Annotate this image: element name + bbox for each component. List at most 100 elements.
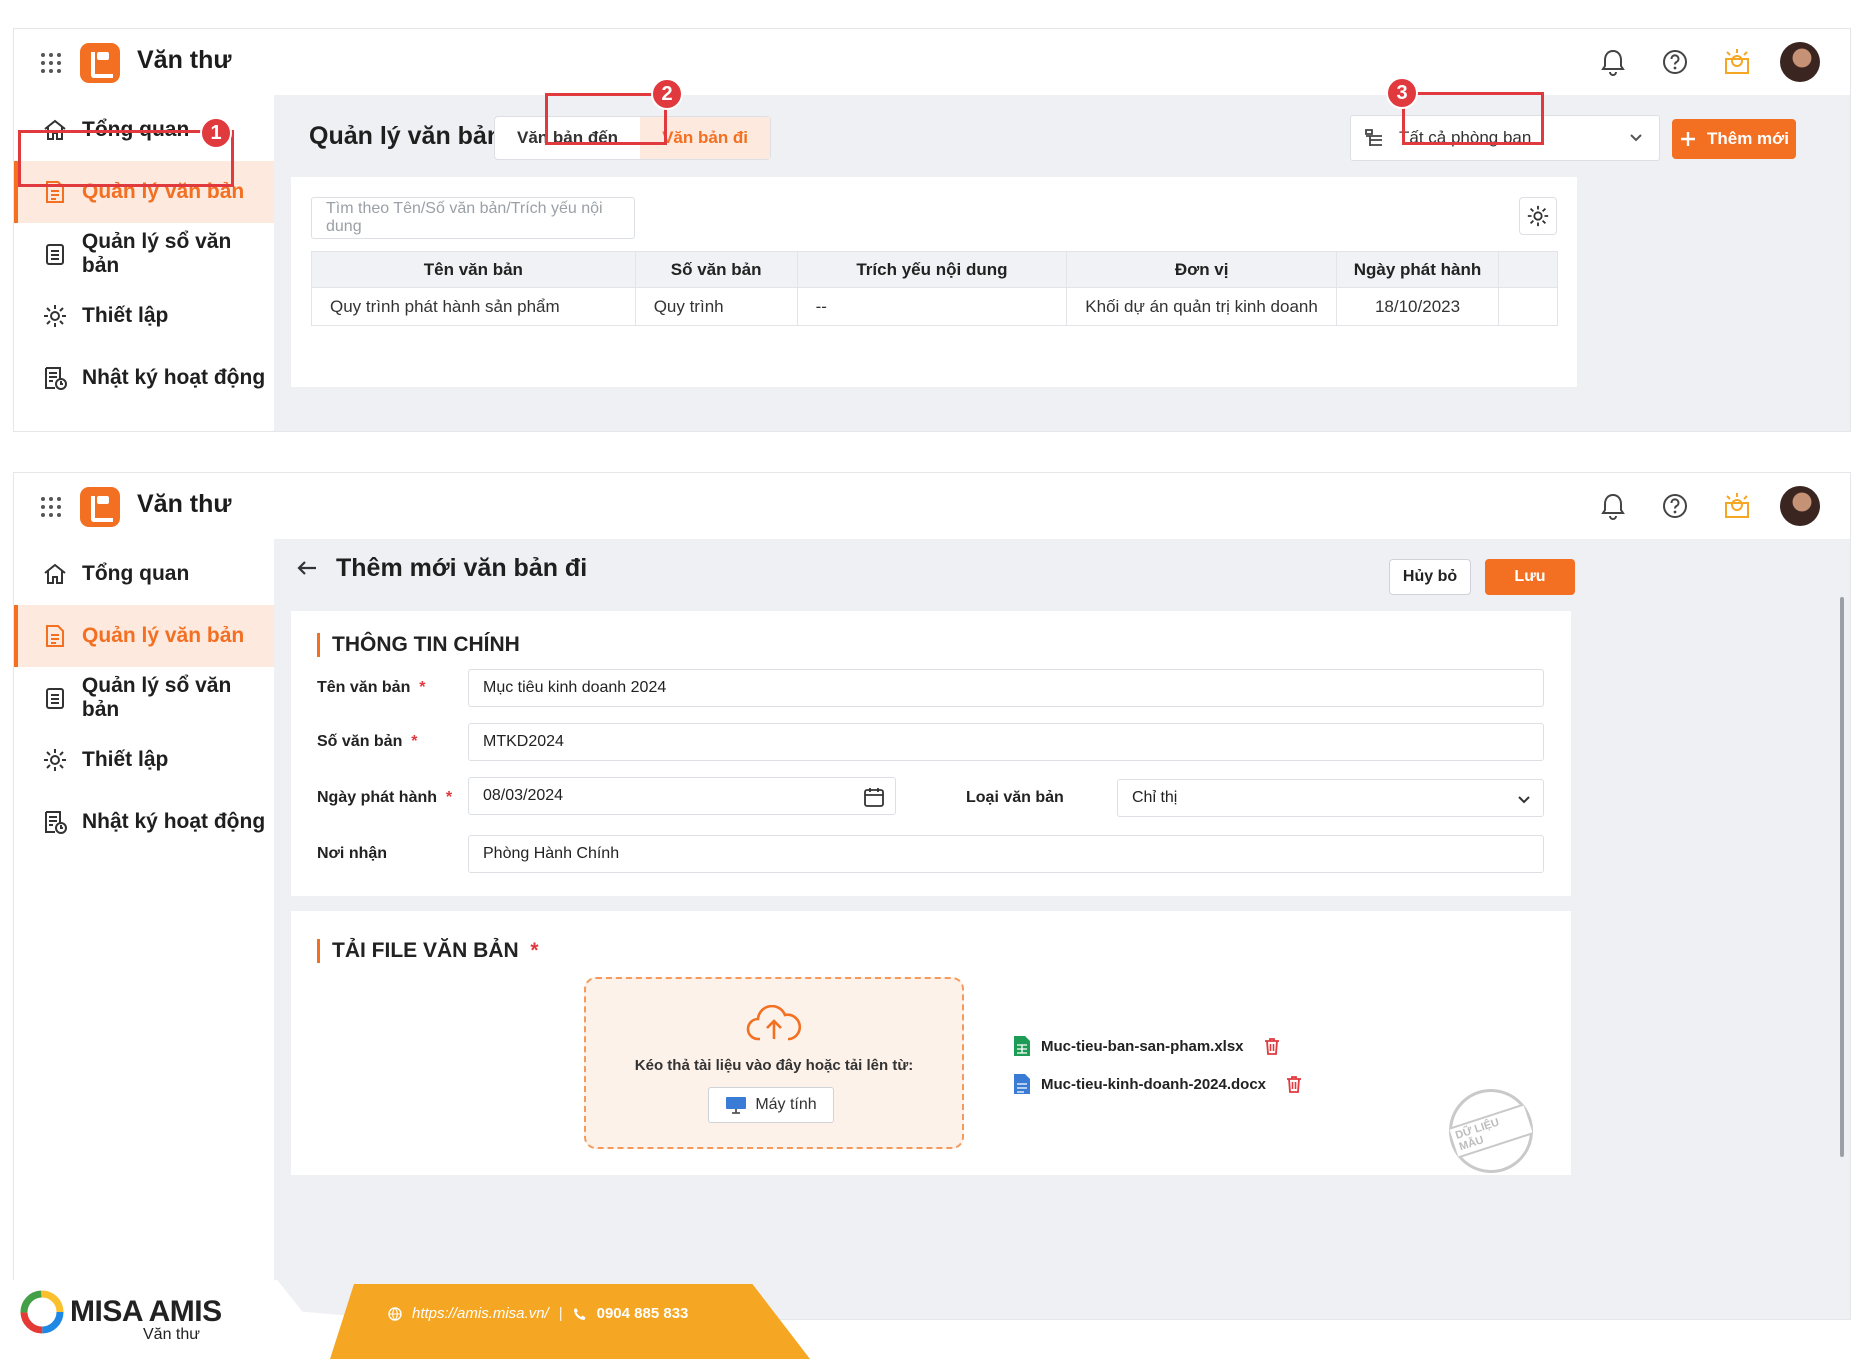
sidebar-item-overview[interactable]: Tổng quan	[14, 543, 274, 605]
column-header[interactable]: Đơn vị	[1066, 251, 1338, 288]
issue-date-field[interactable]: 08/03/2024	[468, 777, 896, 815]
plus-icon	[1681, 132, 1695, 146]
activity-log-icon	[40, 363, 70, 393]
footer-contact: https://amis.misa.vn/ | 0904 885 833	[388, 1305, 688, 1322]
table-cell: Quy trình	[634, 287, 798, 326]
column-header[interactable]: Trích yếu nội dung	[796, 251, 1068, 288]
avatar[interactable]	[1780, 486, 1820, 526]
sidebar-item-label: Tổng quan	[82, 562, 190, 585]
step-badge-1: 1	[200, 117, 232, 149]
save-button[interactable]: Lưu	[1485, 559, 1575, 595]
monitor-icon	[726, 1097, 747, 1114]
table-cell: 18/10/2023	[1336, 287, 1499, 326]
sidebar-item-activity-log[interactable]: Nhật ký hoạt động	[14, 791, 274, 853]
sidebar-item-label: Nhật ký hoạt động	[82, 810, 266, 833]
bell-icon[interactable]	[1594, 43, 1632, 81]
main-content: Thêm mới văn bản đi Hủy bỏ Lưu THÔNG TIN…	[274, 539, 1850, 1319]
document-type-value: Chỉ thị	[1132, 789, 1178, 806]
back-arrow-icon[interactable]	[294, 555, 320, 581]
cancel-button[interactable]: Hủy bỏ	[1389, 559, 1471, 595]
file-name: Muc-tieu-ban-san-pham.xlsx	[1041, 1037, 1244, 1055]
idea-icon[interactable]	[1718, 487, 1756, 525]
org-tree-icon	[1365, 129, 1382, 146]
chevron-down-icon	[1518, 796, 1530, 804]
footer-url[interactable]: https://amis.misa.vn/	[412, 1305, 549, 1322]
column-settings-button[interactable]	[1519, 197, 1557, 235]
document-number-field[interactable]: MTKD2024	[468, 723, 1544, 761]
gear-icon	[40, 745, 70, 775]
scrollbar[interactable]	[1840, 597, 1844, 1157]
field-label-number: Số văn bản *	[317, 733, 418, 750]
top-icons	[1594, 42, 1820, 82]
page-title: Thêm mới văn bản đi	[336, 554, 588, 582]
document-list-panel: Tìm theo Tên/Số văn bản/Trích yếu nội du…	[291, 177, 1577, 387]
step-badge-3: 3	[1386, 77, 1418, 109]
column-header[interactable]: Tên văn bản	[311, 251, 636, 288]
field-label-type: Loại văn bản	[966, 789, 1064, 806]
sidebar-item-register-management[interactable]: Quản lý sổ văn bản	[14, 667, 274, 729]
table-row[interactable]: Quy trình phát hành sản phẩm Quy trình -…	[311, 287, 1559, 326]
sidebar-item-register-management[interactable]: Quản lý sổ văn bản	[14, 223, 274, 285]
screenshot-create-form: Văn thư Tổng quan Quản lý văn bản Quản l…	[13, 472, 1851, 1320]
idea-icon[interactable]	[1718, 43, 1756, 81]
help-icon[interactable]	[1656, 43, 1694, 81]
highlight-box-3	[1402, 92, 1544, 145]
help-icon[interactable]	[1656, 487, 1694, 525]
sidebar-item-settings[interactable]: Thiết lập	[14, 285, 274, 347]
document-type-select[interactable]: Chỉ thị	[1117, 779, 1544, 817]
add-new-label: Thêm mới	[1707, 129, 1789, 148]
column-header[interactable]: Số văn bản	[634, 251, 798, 288]
file-item[interactable]: Muc-tieu-kinh-doanh-2024.docx	[1013, 1073, 1304, 1095]
top-icons	[1594, 486, 1820, 526]
clipboard-icon	[40, 683, 70, 713]
app-logo	[80, 43, 120, 83]
delete-icon[interactable]	[1284, 1074, 1304, 1094]
gear-icon	[40, 301, 70, 331]
app-grid-icon[interactable]	[41, 53, 61, 73]
app-title: Văn thư	[137, 490, 232, 518]
spreadsheet-icon	[1014, 1036, 1030, 1056]
table-header-row: Tên văn bản Số văn bản Trích yếu nội dun…	[311, 251, 1559, 288]
footer-phone[interactable]: 0904 885 833	[597, 1305, 689, 1322]
sidebar-item-settings[interactable]: Thiết lập	[14, 729, 274, 791]
field-label-name: Tên văn bản *	[317, 679, 426, 696]
chevron-down-icon	[1630, 134, 1642, 142]
sidebar-item-activity-log[interactable]: Nhật ký hoạt động	[14, 347, 274, 409]
clipboard-icon	[40, 239, 70, 269]
footer-separator: |	[558, 1305, 563, 1322]
cloud-upload-icon	[746, 1005, 802, 1041]
search-input[interactable]: Tìm theo Tên/Số văn bản/Trích yếu nội du…	[311, 197, 635, 239]
sidebar-item-label: Quản lý sổ văn bản	[81, 674, 232, 721]
field-label-recipient: Nơi nhận	[317, 845, 388, 862]
sidebar-item-label: Quản lý văn bản	[82, 624, 245, 647]
issue-date-value: 08/03/2024	[483, 787, 564, 804]
calendar-icon[interactable]	[863, 786, 885, 808]
upload-panel: TẢI FILE VĂN BẢN * Kéo thả tài liệu vào …	[291, 911, 1571, 1184]
file-item[interactable]: Muc-tieu-ban-san-pham.xlsx	[1013, 1035, 1282, 1057]
sidebar-item-document-management[interactable]: Quản lý văn bản	[14, 605, 274, 667]
sample-data-stamp: DỮ LIỆU MẪU	[1438, 1078, 1544, 1184]
app-logo	[80, 487, 120, 527]
document-table: Tên văn bản Số văn bản Trích yếu nội dun…	[311, 251, 1559, 326]
add-new-button[interactable]: Thêm mới	[1672, 119, 1796, 159]
file-dropzone[interactable]: Kéo thả tài liệu vào đây hoặc tải lên từ…	[584, 977, 964, 1149]
step-badge-2: 2	[651, 78, 683, 110]
section-title-main-info: THÔNG TIN CHÍNH	[317, 633, 520, 657]
column-header[interactable]: Ngày phát hành	[1336, 251, 1499, 288]
document-icon	[40, 621, 70, 651]
sidebar: Tổng quan Quản lý văn bản Quản lý sổ văn…	[14, 539, 274, 1319]
dropzone-text: Kéo thả tài liệu vào đây hoặc tải lên từ…	[634, 1057, 914, 1074]
recipient-field[interactable]: Phòng Hành Chính	[468, 835, 1544, 873]
page-title: Quản lý văn bản	[309, 122, 503, 150]
document-name-field[interactable]: Mục tiêu kinh doanh 2024	[468, 669, 1544, 707]
bell-icon[interactable]	[1594, 487, 1632, 525]
delete-icon[interactable]	[1262, 1036, 1282, 1056]
upload-from-computer-button[interactable]: Máy tính	[708, 1087, 834, 1123]
app-grid-icon[interactable]	[41, 497, 61, 517]
avatar[interactable]	[1780, 42, 1820, 82]
sidebar-item-label: Thiết lập	[82, 304, 169, 327]
brand-subtitle: Văn thư	[143, 1326, 200, 1343]
sidebar-item-label: Nhật ký hoạt động	[82, 366, 266, 389]
activity-log-icon	[40, 807, 70, 837]
globe-icon	[388, 1306, 402, 1321]
